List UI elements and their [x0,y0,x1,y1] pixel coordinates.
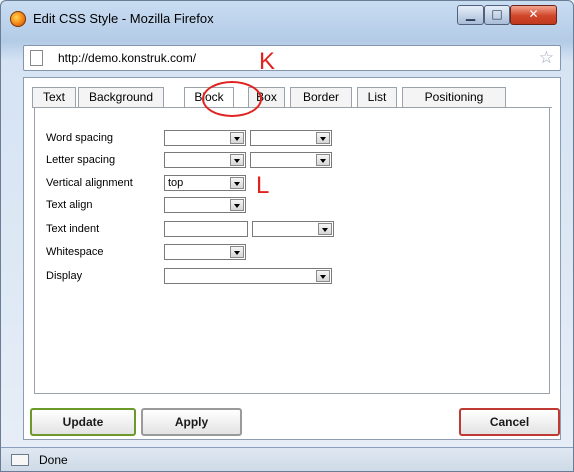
vertical-alignment-value: top [168,177,184,189]
display-label: Display [46,270,83,282]
tab-background[interactable]: Background [78,87,164,107]
chevron-down-icon [316,154,330,166]
apply-button[interactable]: Apply [141,408,242,436]
chevron-down-icon [230,246,244,258]
chevron-down-icon [230,177,244,189]
maximize-icon: □ [491,7,503,21]
title-bar[interactable]: Edit CSS Style - Mozilla Firefox ▁ □ ✕ [1,1,573,37]
chevron-down-icon [318,223,332,235]
annotation-k: K [259,48,276,75]
whitespace-select[interactable] [164,244,246,260]
chevron-down-icon [316,132,330,144]
tab-list[interactable]: List [357,87,397,107]
word-spacing-label: Word spacing [46,132,114,144]
chevron-down-icon [316,270,330,282]
popup-window: Edit CSS Style - Mozilla Firefox ▁ □ ✕ h… [0,0,574,472]
url-text: http://demo.konstruk.com/ [58,51,197,65]
close-button[interactable]: ✕ [510,5,557,25]
close-icon: ✕ [528,7,539,21]
page-icon [30,50,43,66]
letter-spacing-unit-select[interactable] [250,152,332,168]
whitespace-label: Whitespace [46,246,104,258]
chevron-down-icon [230,154,244,166]
display-select[interactable] [164,268,332,284]
text-indent-label: Text indent [46,223,100,235]
update-button[interactable]: Update [30,408,136,436]
text-indent-unit-select[interactable] [252,221,334,237]
address-bar[interactable]: http://demo.konstruk.com/ ☆ [23,45,561,71]
annotation-l: L [256,172,270,199]
bookmark-star-icon[interactable]: ☆ [539,48,554,68]
window-title: Edit CSS Style - Mozilla Firefox [33,11,214,26]
chevron-down-icon [230,199,244,211]
letter-spacing-label: Letter spacing [46,154,116,166]
status-text: Done [39,453,68,467]
minimize-button[interactable]: ▁ [457,5,484,25]
word-spacing-select[interactable] [164,130,246,146]
tab-positioning[interactable]: Positioning [402,87,506,107]
cancel-button[interactable]: Cancel [459,408,560,436]
vertical-alignment-label: Vertical alignment [46,177,133,189]
status-bar: Done [1,447,573,471]
tab-text[interactable]: Text [32,87,76,107]
text-align-label: Text align [46,199,93,211]
tab-border[interactable]: Border [290,87,352,107]
word-spacing-unit-select[interactable] [250,130,332,146]
block-tab-panel [34,108,550,394]
maximize-button[interactable]: □ [484,5,510,25]
chevron-down-icon [230,132,244,144]
firefox-logo-icon [10,11,26,27]
minimize-icon: ▁ [465,7,476,21]
editor-panel: Text Background Block Box Border List Po… [23,77,561,440]
vertical-alignment-select[interactable]: top [164,175,246,191]
letter-spacing-select[interactable] [164,152,246,168]
text-align-select[interactable] [164,197,246,213]
text-indent-input[interactable] [164,221,248,237]
status-page-icon [11,454,29,466]
